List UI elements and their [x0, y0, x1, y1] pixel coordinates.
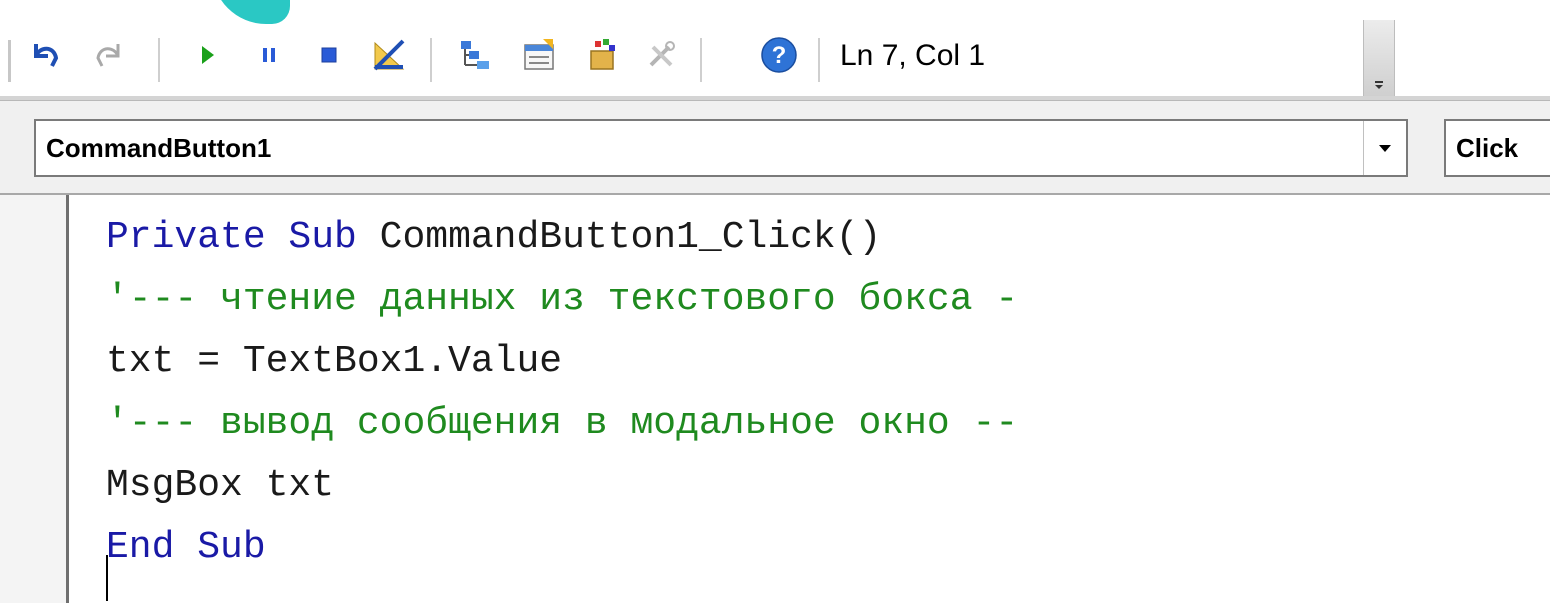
procedure-dropdown-value: Click — [1456, 133, 1519, 163]
code-line[interactable]: Private Sub CommandButton1_Click() — [106, 207, 1018, 269]
code-keyword: End Sub — [106, 526, 266, 569]
toolbar-separator — [700, 38, 702, 82]
code-window-header: CommandButton1 Click — [0, 101, 1550, 195]
toolbar-separator — [158, 38, 160, 82]
code-line[interactable]: End Sub — [106, 517, 1018, 579]
text-cursor — [106, 555, 108, 601]
object-browser-icon — [590, 39, 615, 70]
design-mode-icon — [373, 39, 405, 71]
margin-indicator-bar[interactable] — [0, 195, 69, 603]
code-line[interactable]: txt = TextBox1.Value — [106, 331, 1018, 393]
chevron-down-icon — [1379, 145, 1391, 152]
break-button[interactable] — [246, 32, 292, 78]
code-comment: '--- вывод сообщения в модальное окно -- — [106, 402, 1019, 445]
redo-icon — [96, 44, 120, 67]
toolbox-button[interactable] — [638, 32, 684, 78]
properties-window-button[interactable] — [516, 32, 562, 78]
chevron-down-icon — [1375, 81, 1383, 89]
standard-toolbar: ? Ln 7, Col 1 — [0, 0, 1550, 96]
run-button[interactable] — [184, 32, 230, 78]
toolbar-separator — [430, 38, 432, 82]
object-browser-button[interactable] — [578, 32, 624, 78]
code-token: CommandButton1_Click() — [379, 216, 882, 259]
code-comment: '--- чтение данных из текстового бокса - — [106, 278, 1019, 321]
code-text[interactable]: Private Sub CommandButton1_Click() '--- ч… — [106, 207, 1018, 579]
object-dropdown[interactable]: CommandButton1 — [34, 119, 1408, 177]
svg-text:?: ? — [772, 42, 787, 69]
code-line[interactable]: '--- вывод сообщения в модальное окно -- — [106, 393, 1018, 455]
run-icon — [202, 46, 214, 64]
help-button[interactable]: ? — [756, 32, 802, 78]
teal-arrow-decoration — [212, 0, 290, 24]
code-line[interactable]: MsgBox txt — [106, 455, 1018, 517]
redo-button[interactable] — [86, 32, 132, 78]
toolbox-icon — [649, 41, 675, 67]
toolbar-options-button[interactable] — [1363, 20, 1395, 96]
properties-window-icon — [524, 39, 554, 70]
toolbar-separator — [818, 38, 820, 82]
cursor-position-status: Ln 7, Col 1 — [840, 39, 986, 72]
project-explorer-icon — [461, 41, 489, 69]
undo-icon — [34, 44, 59, 67]
code-token: MsgBox txt — [106, 464, 335, 507]
project-explorer-button[interactable] — [452, 32, 498, 78]
procedure-dropdown[interactable]: Click — [1444, 119, 1550, 177]
code-line[interactable]: '--- чтение данных из текстового бокса - — [106, 269, 1018, 331]
reset-button[interactable] — [306, 32, 352, 78]
toolbar-grip[interactable] — [8, 40, 11, 82]
code-keyword: Private Sub — [106, 216, 380, 259]
help-icon: ? — [761, 37, 797, 73]
code-token: txt = TextBox1.Value — [106, 340, 563, 383]
object-dropdown-button[interactable] — [1363, 121, 1406, 175]
reset-icon — [321, 47, 337, 63]
code-editor[interactable]: Private Sub CommandButton1_Click() '--- ч… — [0, 195, 1550, 603]
object-dropdown-value: CommandButton1 — [46, 133, 272, 163]
design-mode-button[interactable] — [366, 32, 412, 78]
break-icon — [263, 48, 275, 62]
undo-button[interactable] — [22, 32, 68, 78]
